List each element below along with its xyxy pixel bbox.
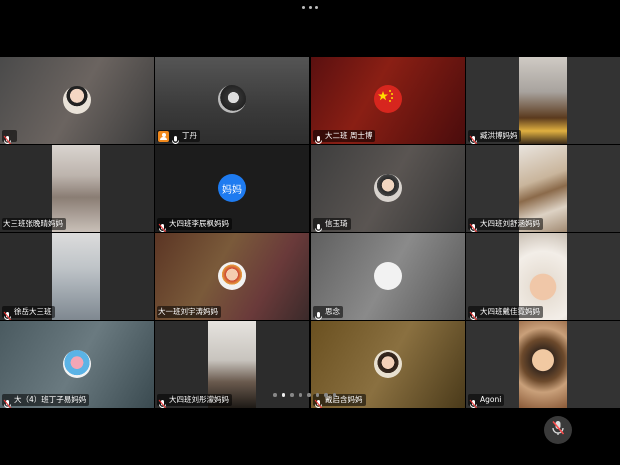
participant-name: 大二班 周士博 — [325, 131, 373, 140]
participant-name: 思念 — [325, 307, 340, 316]
participant-label: 大二班 周士博 — [313, 130, 376, 144]
participant-tile-active[interactable]: 丁丹 — [155, 57, 309, 144]
participant-tile[interactable]: 大（4）班丁子易妈妈 — [0, 321, 154, 408]
participant-tile[interactable] — [0, 57, 154, 144]
participant-label: 思念 — [313, 306, 343, 320]
participant-label: Agoni — [468, 394, 505, 408]
participant-tile[interactable]: 徐岳大三班 — [0, 233, 154, 320]
participant-label: 臧洪博妈妈 — [468, 130, 521, 144]
participant-label: 大四班刘舒涵妈妈 — [468, 218, 543, 232]
page-dot[interactable] — [315, 393, 319, 397]
mic-muted-icon — [158, 219, 167, 232]
video-feed — [52, 233, 100, 320]
participant-tile[interactable]: 大二班 周士博 — [311, 57, 465, 144]
participant-tile[interactable]: Agoni — [466, 321, 620, 408]
mic-muted-icon — [3, 395, 12, 408]
participant-label: 丁丹 — [157, 130, 200, 144]
participant-grid: 丁丹 大二班 周士博 臧洪博妈妈 大三班张晚晴妈妈 妈妈 大四班李辰枫妈妈 信玉… — [0, 57, 620, 408]
participant-label: 大（4）班丁子易妈妈 — [2, 394, 90, 408]
more-options-icon[interactable] — [302, 4, 318, 10]
text-avatar: 妈妈 — [218, 174, 246, 202]
participant-label: 大四班戴佳霓妈妈 — [468, 306, 543, 320]
participant-label — [2, 130, 17, 144]
page-dot[interactable] — [273, 393, 277, 397]
participant-tile[interactable]: 信玉琦 — [311, 145, 465, 232]
page-dot[interactable] — [307, 393, 311, 397]
video-feed — [519, 321, 567, 408]
avatar — [218, 85, 246, 113]
mic-muted-icon — [158, 395, 167, 408]
host-icon — [158, 130, 169, 142]
mic-icon — [171, 131, 180, 144]
mic-icon — [314, 219, 323, 232]
avatar — [63, 350, 91, 378]
mic-icon — [314, 131, 323, 144]
participant-name: 大四班刘彤濛妈妈 — [169, 395, 229, 404]
participant-label: 大一班刘宇涛妈妈 — [157, 306, 221, 318]
participant-name: Agoni — [480, 395, 502, 404]
participant-tile[interactable]: 大一班刘宇涛妈妈 — [155, 233, 309, 320]
video-feed — [519, 57, 567, 144]
participant-label: 徐岳大三班 — [2, 306, 55, 320]
participant-label: 信玉琦 — [313, 218, 351, 232]
participant-name: 徐岳大三班 — [14, 307, 52, 316]
participant-name: 大一班刘宇涛妈妈 — [158, 307, 218, 316]
mic-muted-icon — [3, 131, 12, 144]
participant-label: 大四班李辰枫妈妈 — [157, 218, 232, 232]
participant-label: 大三班张晚晴妈妈 — [2, 218, 66, 230]
avatar — [374, 262, 402, 290]
participant-name: 信玉琦 — [325, 219, 348, 228]
mic-muted-icon — [469, 131, 478, 144]
mic-muted-icon — [469, 395, 478, 408]
participant-name: 大四班李辰枫妈妈 — [169, 219, 229, 228]
mute-toggle-button[interactable] — [544, 416, 572, 444]
participant-tile[interactable]: 大四班刘舒涵妈妈 — [466, 145, 620, 232]
participant-name: 臧洪博妈妈 — [480, 131, 518, 140]
participant-tile[interactable]: 思念 — [311, 233, 465, 320]
participant-tile[interactable]: 大三班张晚晴妈妈 — [0, 145, 154, 232]
avatar — [63, 86, 91, 114]
participant-label: 大四班刘彤濛妈妈 — [157, 394, 232, 408]
page-dot[interactable] — [298, 393, 302, 397]
mic-muted-icon — [469, 219, 478, 232]
page-dot[interactable] — [324, 393, 328, 397]
page-dot[interactable] — [332, 393, 336, 397]
mic-muted-icon — [3, 307, 12, 320]
participant-tile[interactable]: 大四班戴佳霓妈妈 — [466, 233, 620, 320]
participant-tile[interactable]: 妈妈 大四班李辰枫妈妈 — [155, 145, 309, 232]
participant-name: 丁丹 — [182, 131, 197, 140]
page-dot[interactable] — [290, 393, 294, 397]
participant-name: 大三班张晚晴妈妈 — [3, 219, 63, 228]
page-indicator[interactable] — [273, 393, 336, 397]
mic-icon — [314, 307, 323, 320]
avatar — [374, 174, 402, 202]
avatar — [218, 262, 246, 290]
avatar — [374, 85, 402, 113]
participant-name: 大四班戴佳霓妈妈 — [480, 307, 540, 316]
participant-name: 大（4）班丁子易妈妈 — [14, 395, 87, 404]
avatar — [374, 350, 402, 378]
participant-name: 大四班刘舒涵妈妈 — [480, 219, 540, 228]
page-dot-active[interactable] — [281, 393, 285, 397]
mic-muted-icon — [469, 307, 478, 320]
mic-muted-icon — [551, 420, 565, 440]
participant-tile[interactable]: 臧洪博妈妈 — [466, 57, 620, 144]
